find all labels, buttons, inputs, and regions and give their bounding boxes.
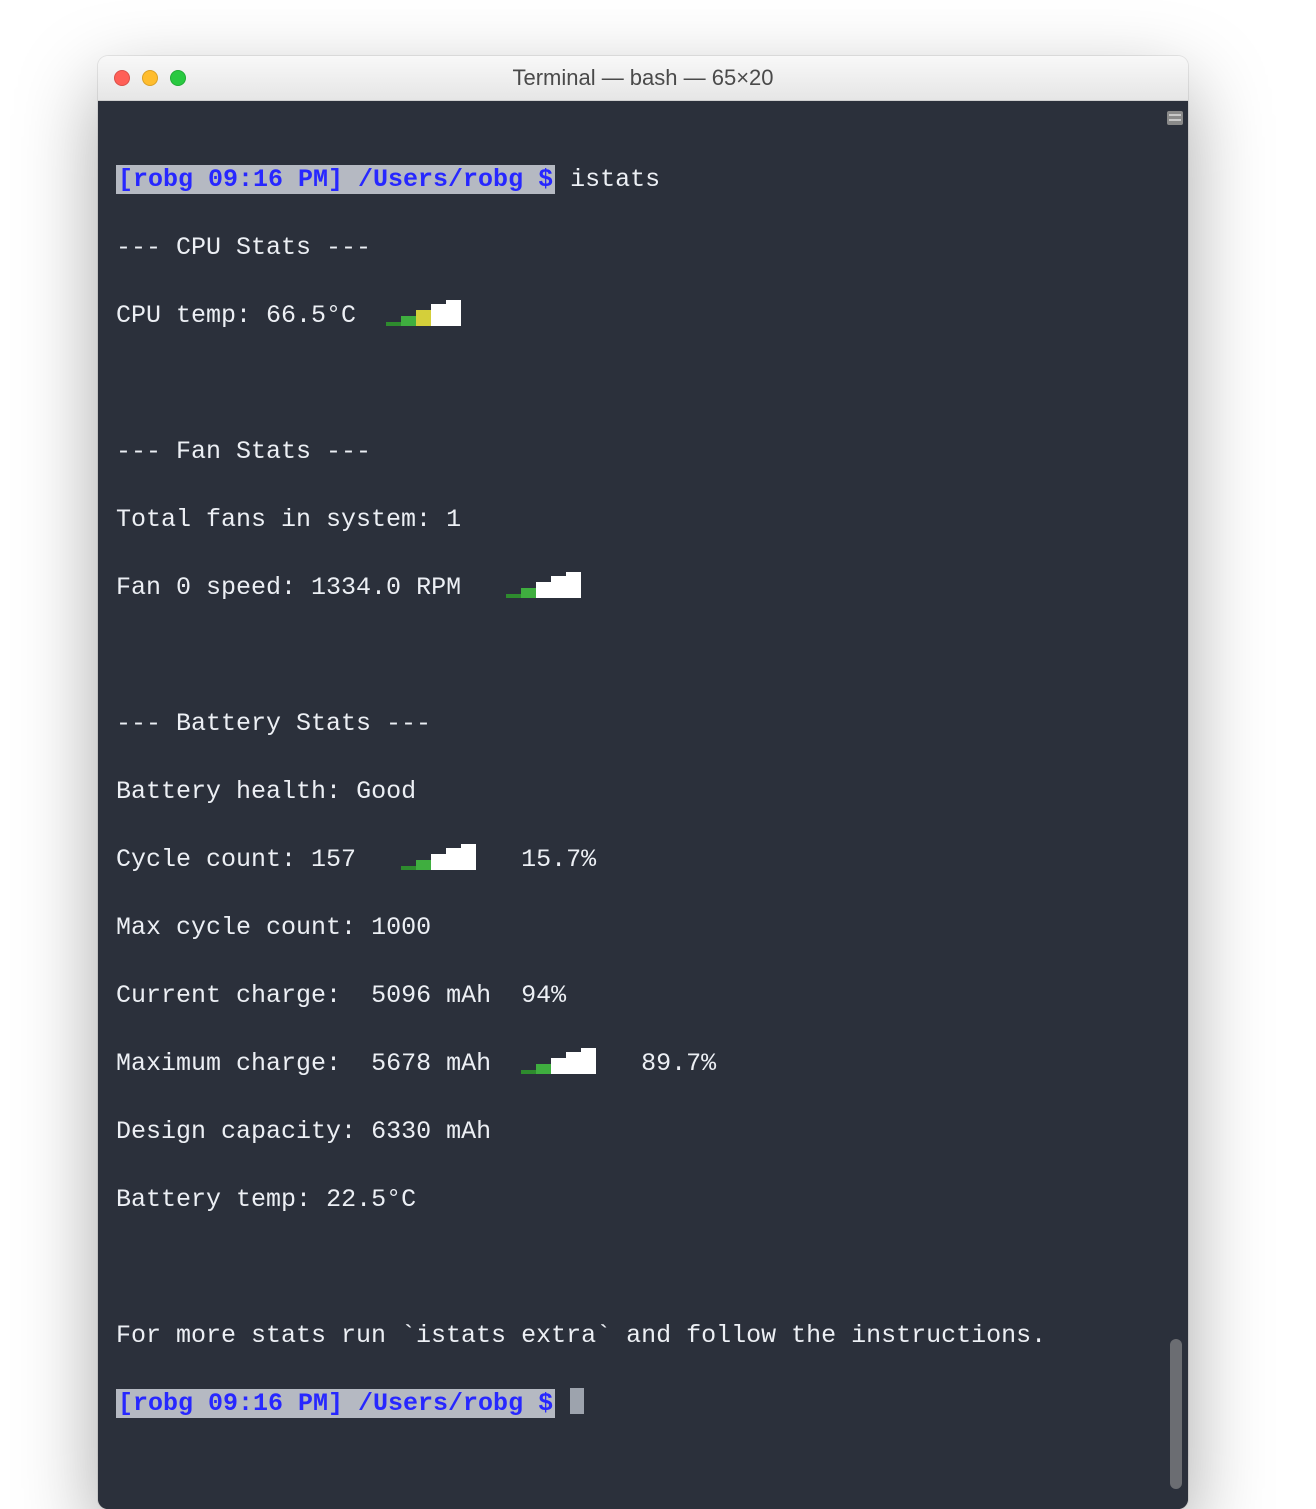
fan0-label: Fan 0 speed: xyxy=(116,573,296,602)
cpu-temp-spark-icon xyxy=(386,300,461,326)
fan-total-label: Total fans in system: xyxy=(116,505,431,534)
fan-total-value: 1 xyxy=(446,505,461,534)
cpu-temp-line: CPU temp: 66.5°C xyxy=(116,299,1170,333)
battery-health-line: Battery health: Good xyxy=(116,775,1170,809)
cur-charge-pct: 94% xyxy=(521,981,566,1010)
battery-header: --- Battery Stats --- xyxy=(116,707,1170,741)
battery-temp-line: Battery temp: 22.5°C xyxy=(116,1183,1170,1217)
battery-temp-label: Battery temp: xyxy=(116,1185,311,1214)
max-charge-pct: 89.7% xyxy=(641,1049,716,1078)
cursor-icon xyxy=(570,1388,584,1414)
cur-charge-label: Current charge: xyxy=(116,981,341,1010)
fan-header: --- Fan Stats --- xyxy=(116,435,1170,469)
design-cap-value: 6330 mAh xyxy=(371,1117,491,1146)
titlebar[interactable]: Terminal — bash — 65×20 xyxy=(98,56,1188,101)
fan0-spark-icon xyxy=(506,572,581,598)
footer-hint: For more stats run `istats extra` and fo… xyxy=(116,1319,1170,1353)
scrollbar[interactable] xyxy=(1166,111,1184,1499)
terminal-body[interactable]: [robg 09:16 PM] /Users/robg $ istats ---… xyxy=(98,101,1188,1509)
design-cap-line: Design capacity: 6330 mAh xyxy=(116,1115,1170,1149)
cycle-count-line: Cycle count: 157 15.7% xyxy=(116,843,1170,877)
terminal-window: Terminal — bash — 65×20 [robg 09:16 PM] … xyxy=(98,56,1188,1509)
zoom-icon[interactable] xyxy=(170,70,186,86)
blank-line xyxy=(116,639,1170,673)
cur-charge-value: 5096 mAh xyxy=(371,981,491,1010)
battery-health-label: Battery health: xyxy=(116,777,341,806)
max-charge-spark-icon xyxy=(521,1048,596,1074)
max-cycle-label: Max cycle count: xyxy=(116,913,356,942)
traffic-lights xyxy=(114,70,186,86)
terminal-body-wrap: [robg 09:16 PM] /Users/robg $ istats ---… xyxy=(98,101,1188,1509)
design-cap-label: Design capacity: xyxy=(116,1117,356,1146)
fan0-value: 1334.0 RPM xyxy=(311,573,461,602)
prompt-line-2: [robg 09:16 PM] /Users/robg $ xyxy=(116,1387,1170,1421)
blank-line xyxy=(116,367,1170,401)
window-title: Terminal — bash — 65×20 xyxy=(98,65,1188,91)
cycle-value: 157 xyxy=(311,845,356,874)
battery-health-value: Good xyxy=(356,777,416,806)
cycle-spark-icon xyxy=(401,844,476,870)
max-charge-value: 5678 mAh xyxy=(371,1049,491,1078)
battery-temp-value: 22.5°C xyxy=(326,1185,416,1214)
cpu-temp-label: CPU temp: xyxy=(116,301,251,330)
shell-prompt: [robg 09:16 PM] /Users/robg $ xyxy=(116,165,555,194)
cpu-temp-value: 66.5°C xyxy=(266,301,356,330)
cycle-label: Cycle count: xyxy=(116,845,296,874)
scroll-thumb[interactable] xyxy=(1170,1339,1182,1489)
scroll-to-top-icon[interactable] xyxy=(1167,111,1183,125)
minimize-icon[interactable] xyxy=(142,70,158,86)
blank-line xyxy=(116,1251,1170,1285)
command: istats xyxy=(570,165,660,194)
fan0-line: Fan 0 speed: 1334.0 RPM xyxy=(116,571,1170,605)
close-icon[interactable] xyxy=(114,70,130,86)
cycle-pct: 15.7% xyxy=(521,845,596,874)
cpu-header: --- CPU Stats --- xyxy=(116,231,1170,265)
shell-prompt: [robg 09:16 PM] /Users/robg $ xyxy=(116,1389,555,1418)
fan-total-line: Total fans in system: 1 xyxy=(116,503,1170,537)
cur-charge-line: Current charge: 5096 mAh 94% xyxy=(116,979,1170,1013)
max-charge-line: Maximum charge: 5678 mAh 89.7% xyxy=(116,1047,1170,1081)
max-cycle-value: 1000 xyxy=(371,913,431,942)
max-charge-label: Maximum charge: xyxy=(116,1049,341,1078)
max-cycle-line: Max cycle count: 1000 xyxy=(116,911,1170,945)
prompt-line-1: [robg 09:16 PM] /Users/robg $ istats xyxy=(116,163,1170,197)
